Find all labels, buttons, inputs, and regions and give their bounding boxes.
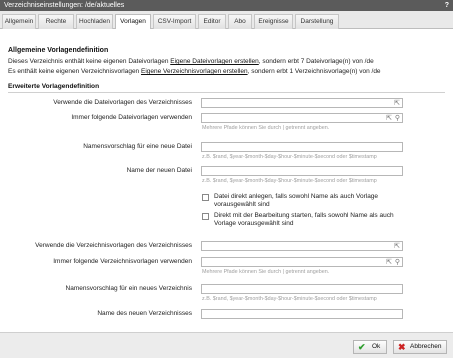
tab-abo[interactable]: Abo: [228, 14, 252, 29]
search-icon[interactable]: ⚲: [395, 258, 400, 267]
file-template-dir-input[interactable]: ⇱: [201, 98, 403, 108]
window-title: Verzeichniseinstellungen: /de/aktuelles: [4, 2, 125, 9]
tab-darstellung[interactable]: Darstellung: [295, 14, 339, 29]
cursor-icon[interactable]: ⇱: [386, 114, 392, 123]
tab-hochladen[interactable]: Hochladen: [76, 14, 113, 29]
always-file-templates-input[interactable]: ⇱ ⚲: [201, 113, 403, 123]
start-editing-checkbox-label: Direkt mit der Bearbeitung starten, fall…: [214, 212, 394, 227]
section-divider: [8, 92, 445, 93]
help-icon[interactable]: ?: [445, 0, 449, 11]
file-name-suggestion-label: Namensvorschlag für eine neue Datei: [83, 143, 192, 150]
extended-heading: Erweiterte Vorlagendefinition: [8, 83, 100, 90]
dir-template-info-suffix: , sondern erbt 1 Verzeichnisvorlage(n) v…: [247, 68, 381, 75]
tab-vorlagen[interactable]: Vorlagen: [115, 14, 151, 30]
check-icon: ✔: [358, 342, 366, 352]
file-template-dir-label: Verwende die Dateivorlagen des Verzeichn…: [53, 99, 192, 106]
settings-panel: Allgemeine Vorlagendefinition Dieses Ver…: [0, 29, 453, 332]
tab-bar: Allgemein Rechte Hochladen Vorlagen CSV-…: [0, 11, 453, 30]
cursor-icon[interactable]: ⇱: [394, 99, 400, 108]
cancel-button[interactable]: ✖ Abbrechen: [393, 340, 447, 354]
ok-button-label: Ok: [372, 343, 381, 350]
ok-button[interactable]: ✔ Ok: [353, 340, 387, 354]
cancel-button-label: Abbrechen: [410, 343, 442, 350]
cursor-icon[interactable]: ⇱: [386, 258, 392, 267]
create-file-checkbox[interactable]: [202, 194, 209, 201]
new-file-name-label: Name der neuen Datei: [126, 167, 192, 174]
always-dir-templates-hint: Mehrere Pfade können Sie durch | getrenn…: [202, 269, 330, 275]
dialog-footer: ✔ Ok ✖ Abbrechen: [0, 332, 453, 358]
dir-template-dir-input[interactable]: ⇱: [201, 241, 403, 251]
dir-template-info-text: Es enthält keine eigenen Verzeichnisvorl…: [8, 68, 140, 75]
always-file-templates-hint: Mehrere Pfade können Sie durch | getrenn…: [202, 125, 330, 131]
dir-name-suggestion-hint: z.B. $rand, $year-$month-$day-$hour-$min…: [202, 296, 377, 302]
dir-name-suggestion-input[interactable]: [201, 284, 403, 294]
window-titlebar: Verzeichniseinstellungen: /de/aktuelles …: [0, 0, 453, 11]
dir-name-suggestion-label: Namensvorschlag für ein neues Verzeichni…: [65, 285, 192, 292]
tab-allgemein[interactable]: Allgemein: [2, 14, 36, 29]
search-icon[interactable]: ⚲: [395, 114, 400, 123]
new-dir-name-input[interactable]: [201, 309, 403, 319]
tab-rechte[interactable]: Rechte: [38, 14, 74, 29]
file-name-suggestion-hint: z.B. $rand, $year-$month-$day-$hour-$min…: [202, 154, 377, 160]
file-template-info-text: Dieses Verzeichnis enthält keine eigenen…: [8, 58, 169, 65]
create-file-templates-link[interactable]: Eigene Dateivorlagen erstellen: [170, 58, 259, 65]
file-name-suggestion-input[interactable]: [201, 142, 403, 152]
file-template-info-suffix: , sondern erbt 7 Dateivorlage(n) von /de: [258, 58, 374, 65]
start-editing-checkbox[interactable]: [202, 213, 209, 220]
x-icon: ✖: [398, 342, 406, 352]
general-heading: Allgemeine Vorlagendefinition: [8, 47, 109, 54]
dir-template-info: Es enthält keine eigenen Verzeichnisvorl…: [8, 68, 381, 75]
tab-ereignisse[interactable]: Ereignisse: [254, 14, 293, 29]
dir-template-dir-label: Verwende die Verzeichnisvorlagen des Ver…: [35, 242, 192, 249]
always-dir-templates-input[interactable]: ⇱ ⚲: [201, 257, 403, 267]
tab-csv-import[interactable]: CSV-Import: [153, 14, 196, 29]
tab-editor[interactable]: Editor: [198, 14, 226, 29]
create-file-checkbox-label: Datei direkt anlegen, falls sowohl Name …: [214, 193, 379, 208]
cursor-icon[interactable]: ⇱: [394, 242, 400, 251]
new-file-name-input[interactable]: [201, 166, 403, 176]
new-file-name-hint: z.B. $rand, $year-$month-$day-$hour-$min…: [202, 178, 377, 184]
file-template-info: Dieses Verzeichnis enthält keine eigenen…: [8, 58, 374, 65]
new-dir-name-label: Name des neuen Verzeichnisses: [97, 310, 192, 317]
create-dir-templates-link[interactable]: Eigene Verzeichnisvorlagen erstellen: [141, 68, 248, 75]
always-dir-templates-label: Immer folgende Verzeichnisvorlagen verwe…: [53, 258, 192, 265]
always-file-templates-label: Immer folgende Dateivorlagen verwenden: [71, 114, 192, 121]
